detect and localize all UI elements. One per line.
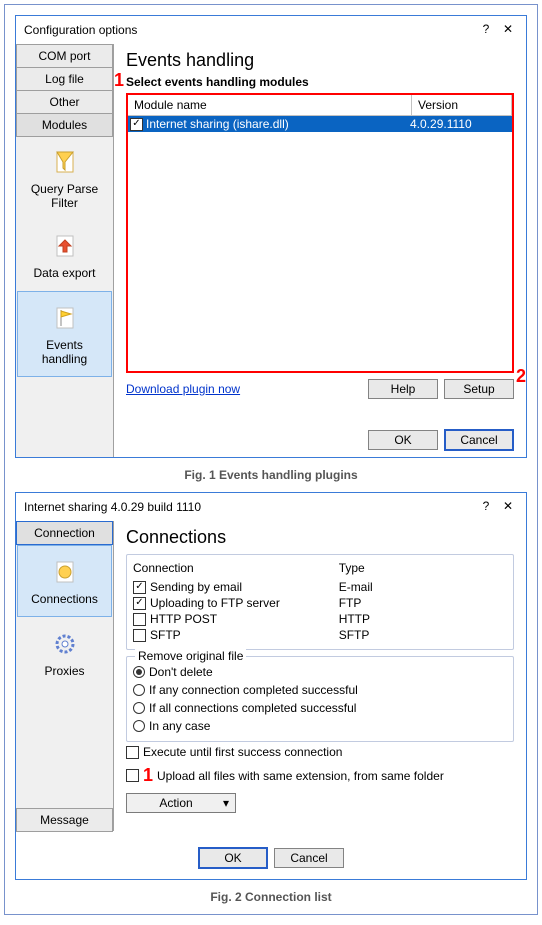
- sidebar-item-events-handling[interactable]: Events handling: [17, 291, 112, 377]
- tab-log-file[interactable]: Log file: [16, 67, 113, 91]
- close-button[interactable]: ✕: [498, 497, 518, 517]
- connection-name: SFTP: [150, 628, 181, 642]
- radio-dont-delete[interactable]: Don't delete: [133, 663, 507, 681]
- setup-button[interactable]: Setup: [444, 379, 514, 399]
- radio-if-any[interactable]: If any connection completed successful: [133, 681, 507, 699]
- internet-sharing-window: Internet sharing 4.0.29 build 1110 ? ✕ C…: [15, 492, 527, 880]
- module-version: 4.0.29.1110: [410, 117, 510, 131]
- sidebar-item-proxies[interactable]: Proxies: [16, 618, 113, 688]
- column-header-version[interactable]: Version: [412, 95, 512, 115]
- table-row[interactable]: Sending by email E-mail: [133, 579, 507, 595]
- sidebar-item-label: Data export: [20, 266, 109, 280]
- config-options-window: Configuration options ? ✕ COM port Log f…: [15, 15, 527, 458]
- export-icon: [49, 230, 81, 262]
- checkbox-icon: [126, 769, 139, 782]
- sidebar-item-data-export[interactable]: Data export: [16, 220, 113, 290]
- connection-checkbox[interactable]: [133, 597, 146, 610]
- download-plugin-link[interactable]: Download plugin now: [126, 382, 240, 396]
- flag-icon: [49, 302, 81, 334]
- window-title: Internet sharing 4.0.29 build 1110: [24, 500, 474, 514]
- connection-checkbox[interactable]: [133, 629, 146, 642]
- group-legend: Remove original file: [135, 649, 246, 663]
- tab-other[interactable]: Other: [16, 90, 113, 114]
- cancel-button[interactable]: Cancel: [274, 848, 344, 868]
- checkbox-icon: [126, 746, 139, 759]
- column-header-name[interactable]: Module name: [128, 95, 412, 115]
- tab-message[interactable]: Message: [16, 808, 113, 832]
- connections-table-group: Connection Type Sending by emailE-mailUp…: [126, 554, 514, 650]
- connections-icon: [49, 556, 81, 588]
- sidebar: COM port Log file Other Modules Query Pa…: [16, 44, 114, 457]
- connection-name: HTTP POST: [150, 612, 217, 626]
- radio-in-any[interactable]: In any case: [133, 717, 507, 735]
- page-heading: Events handling: [126, 50, 514, 71]
- window-title: Configuration options: [24, 23, 474, 37]
- ok-button[interactable]: OK: [368, 430, 438, 450]
- tab-com-port[interactable]: COM port: [16, 44, 113, 68]
- gear-icon: [49, 628, 81, 660]
- connection-checkbox[interactable]: [133, 613, 146, 626]
- connection-name: Sending by email: [150, 580, 242, 594]
- connection-type: HTTP: [339, 612, 370, 626]
- page-heading: Connections: [126, 527, 514, 548]
- connection-checkbox[interactable]: [133, 581, 146, 594]
- annotation-1: 1: [114, 70, 124, 91]
- table-row[interactable]: SFTP SFTP: [133, 627, 507, 643]
- cancel-button[interactable]: Cancel: [444, 429, 514, 451]
- sidebar-item-label: Proxies: [20, 664, 109, 678]
- figure-caption-2: Fig. 2 Connection list: [5, 890, 537, 904]
- close-button[interactable]: ✕: [498, 20, 518, 40]
- column-header-type: Type: [339, 561, 365, 575]
- list-row[interactable]: Internet sharing (ishare.dll) 4.0.29.111…: [128, 116, 512, 132]
- action-dropdown[interactable]: Action: [126, 793, 236, 813]
- connection-type: FTP: [339, 596, 362, 610]
- sidebar-item-label: Query Parse Filter: [20, 182, 109, 210]
- sidebar-item-label: Connections: [22, 592, 107, 606]
- radio-icon: [133, 720, 145, 732]
- help-button[interactable]: Help: [368, 379, 438, 399]
- table-row[interactable]: HTTP POST HTTP: [133, 611, 507, 627]
- connection-name: Uploading to FTP server: [150, 596, 280, 610]
- checkbox-execute-until[interactable]: Execute until first success connection: [126, 742, 514, 762]
- connection-type: E-mail: [339, 580, 373, 594]
- column-header-connection: Connection: [133, 561, 339, 575]
- checkbox-upload-all[interactable]: 1Upload all files with same extension, f…: [126, 762, 514, 789]
- ok-button[interactable]: OK: [198, 847, 268, 869]
- sidebar: Connection Connections Proxies Message: [16, 521, 114, 831]
- annotation-1: 1: [143, 765, 153, 786]
- sidebar-item-label: Events handling: [22, 338, 107, 366]
- tab-connection[interactable]: Connection: [16, 521, 113, 545]
- sidebar-item-connections[interactable]: Connections: [17, 545, 112, 617]
- annotation-2: 2: [516, 366, 526, 387]
- help-button[interactable]: ?: [476, 497, 496, 517]
- radio-icon: [133, 666, 145, 678]
- radio-icon: [133, 684, 145, 696]
- table-row[interactable]: Uploading to FTP server FTP: [133, 595, 507, 611]
- connection-type: SFTP: [339, 628, 370, 642]
- module-checkbox[interactable]: [130, 118, 143, 131]
- module-name: Internet sharing (ishare.dll): [146, 117, 289, 131]
- table-header: Connection Type: [133, 561, 507, 579]
- modules-list: Module name Version Internet sharing (is…: [126, 93, 514, 373]
- sidebar-item-query-parse[interactable]: Query Parse Filter: [16, 136, 113, 220]
- radio-icon: [133, 702, 145, 714]
- figure-caption-1: Fig. 1 Events handling plugins: [5, 468, 537, 482]
- tab-modules[interactable]: Modules: [16, 113, 113, 137]
- radio-if-all[interactable]: If all connections completed successful: [133, 699, 507, 717]
- filter-icon: [49, 146, 81, 178]
- titlebar: Configuration options ? ✕: [16, 16, 526, 44]
- help-button[interactable]: ?: [476, 20, 496, 40]
- page-subheading: Select events handling modules: [126, 75, 514, 89]
- remove-original-group: Remove original file Don't delete If any…: [126, 656, 514, 742]
- list-header: Module name Version: [128, 95, 512, 116]
- titlebar: Internet sharing 4.0.29 build 1110 ? ✕: [16, 493, 526, 521]
